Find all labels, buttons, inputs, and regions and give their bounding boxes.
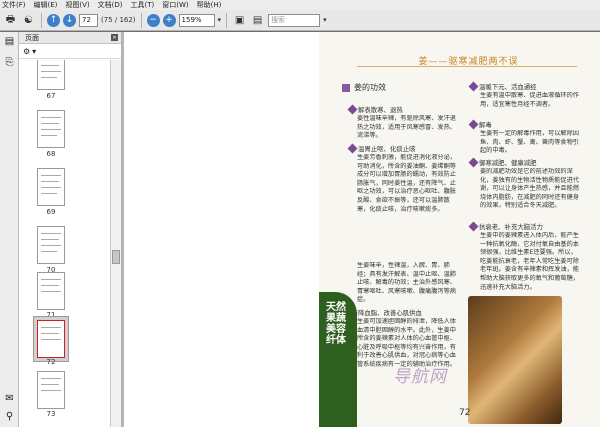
- paragraph: 生姜味辛，性辣温，入脾、胃、肺经；具有发汗解表、温中止呕、温肺止咳、解毒的功效；…: [357, 262, 456, 304]
- diamond-icon: [468, 157, 479, 168]
- section-marker-icon: [342, 83, 350, 92]
- attachments-icon[interactable]: ⚲: [3, 410, 16, 423]
- page-number: 72: [459, 408, 471, 418]
- previous-page-icon[interactable]: ↑: [47, 13, 60, 27]
- bullet-item: 降血脂、改善心肌供血: [347, 307, 422, 318]
- thumbnail-label: 73: [46, 410, 56, 418]
- menu-bar: 文件(F) 编辑(E) 视图(V) 文档(D) 工具(T) 窗口(W) 帮助(H…: [0, 0, 600, 10]
- vertical-category-label: 天然果蔬美容纤体: [326, 302, 346, 346]
- menu-file[interactable]: 文件(F): [2, 0, 26, 10]
- toolbar-divider: [140, 12, 142, 28]
- panel-title: 页面: [25, 33, 39, 42]
- close-icon[interactable]: ✕: [111, 34, 118, 41]
- right-page: 姜——驱寒减肥两不误 姜的功效 解表散寒、退热 姜性温味辛辣，有驱除风寒、发汗退…: [319, 32, 600, 427]
- thumbnail-68[interactable]: [37, 110, 65, 148]
- paragraph: 生姜有一定的解毒作用，可以解除因鱼、肉、虾、蟹、禽、兽肉等食物引起的中毒。: [480, 130, 579, 155]
- thumbnail-73[interactable]: [37, 371, 65, 409]
- bullet-item: 解毒: [468, 119, 492, 130]
- panel-scrollbar[interactable]: [110, 60, 121, 427]
- thumbnail-71[interactable]: [37, 272, 65, 310]
- zoom-out-icon[interactable]: −: [146, 13, 160, 27]
- bookmarks-icon[interactable]: ⎘: [3, 56, 16, 69]
- panel-header: 页面 ✕: [19, 32, 121, 44]
- menu-view[interactable]: 视图(V): [65, 0, 89, 10]
- share-icon[interactable]: ☯: [21, 13, 36, 28]
- print-icon[interactable]: 🖶: [3, 13, 18, 28]
- chevron-down-icon[interactable]: ▾: [218, 16, 222, 24]
- menu-tools[interactable]: 工具(T): [131, 0, 155, 10]
- toolbar-divider: [41, 12, 42, 28]
- diamond-icon: [468, 119, 479, 130]
- bullet-item: 御寒减肥、健康减肥: [468, 157, 537, 168]
- paragraph: 姜性温味辛辣，有驱除风寒、发汗退热之功效，适用于风寒感冒、发热、流涕等。: [357, 115, 456, 140]
- title-rule: [357, 66, 577, 67]
- comments-icon[interactable]: ✉: [3, 392, 16, 405]
- thumbnail-69[interactable]: [37, 168, 65, 206]
- diamond-icon: [468, 221, 479, 232]
- search-dropdown-icon[interactable]: ▾: [323, 16, 327, 24]
- thumbnail-70[interactable]: [37, 226, 65, 264]
- toolbar: 🖶 ☯ ↑ ↓ 72 (75 / 162) − + 159% ▾ ▣ ▤ 搜索 …: [0, 10, 600, 31]
- paragraph: 生姜中的姜辣素进入体内后，能产生一种抗氧化酶，它对付氧自由基的本领很强，比维生素…: [480, 232, 579, 291]
- scrollbar-thumb[interactable]: [112, 250, 120, 264]
- section-heading: 姜的功效: [342, 82, 386, 93]
- chevron-down-icon[interactable]: ▾: [32, 47, 36, 56]
- toolbar-divider: [226, 12, 228, 28]
- left-page: [124, 32, 319, 427]
- diamond-icon: [347, 143, 358, 154]
- paragraph: 生姜芳香刺激，能促进消化液分泌，可助消化，所含的姜油酮、姜烯酮等成分可以增加胃肠…: [357, 154, 456, 213]
- pages-icon[interactable]: ▤: [3, 35, 16, 48]
- page-number-input[interactable]: 72: [79, 13, 98, 27]
- thumbnail-label: 67: [46, 92, 56, 100]
- thumbnail-72[interactable]: [37, 320, 65, 358]
- bullet-item: 温胃止呕、化痰止咳: [347, 143, 416, 154]
- fit-width-icon[interactable]: ▤: [250, 13, 265, 28]
- menu-document[interactable]: 文档(D): [98, 0, 123, 10]
- menu-window[interactable]: 窗口(W): [162, 0, 188, 10]
- paragraph: 姜的减肥功效是它的前述功效的深化，姜独有的生物活性物质能促进代谢，可以让身体产生…: [480, 168, 579, 210]
- bullet-item: 解表散寒、退热: [347, 104, 403, 115]
- navigation-strip: ▤ ⎘ ✉ ⚲: [0, 32, 19, 427]
- pages-panel: 页面 ✕ ⚙ ▾ 67 68 69 70 71 72 73: [19, 32, 121, 427]
- zoom-select[interactable]: 159%: [178, 13, 215, 27]
- thumbnail-label: 72: [46, 358, 56, 366]
- search-input[interactable]: 搜索: [268, 13, 321, 27]
- menu-edit[interactable]: 编辑(E): [34, 0, 58, 10]
- paragraph: 生姜有温中散寒、促进血液循环的作用，适宜寒性月经不调者。: [480, 92, 579, 108]
- options-icon[interactable]: ⚙: [23, 47, 30, 56]
- next-page-icon[interactable]: ↓: [63, 13, 76, 27]
- section-title: 姜的功效: [354, 83, 386, 92]
- panel-options[interactable]: ⚙ ▾: [19, 44, 121, 59]
- ginger-photo: [468, 296, 562, 424]
- zoom-in-icon[interactable]: +: [162, 13, 176, 27]
- fit-page-icon[interactable]: ▣: [232, 13, 247, 28]
- thumbnail-list: 67 68 69 70 71 72 73: [19, 60, 110, 427]
- thumbnail-label: 69: [46, 208, 56, 216]
- page-count: (75 / 162): [101, 16, 136, 24]
- bullet-item: 抗衰老、补充大脑活力: [468, 221, 543, 232]
- diamond-icon: [468, 81, 479, 92]
- watermark: 导航网: [393, 367, 447, 387]
- diamond-icon: [347, 104, 358, 115]
- thumbnail-67[interactable]: [37, 60, 65, 90]
- thumbnail-label: 68: [46, 150, 56, 158]
- menu-help[interactable]: 帮助(H): [197, 0, 222, 10]
- bullet-item: 温暖下元、活血通经: [468, 81, 537, 92]
